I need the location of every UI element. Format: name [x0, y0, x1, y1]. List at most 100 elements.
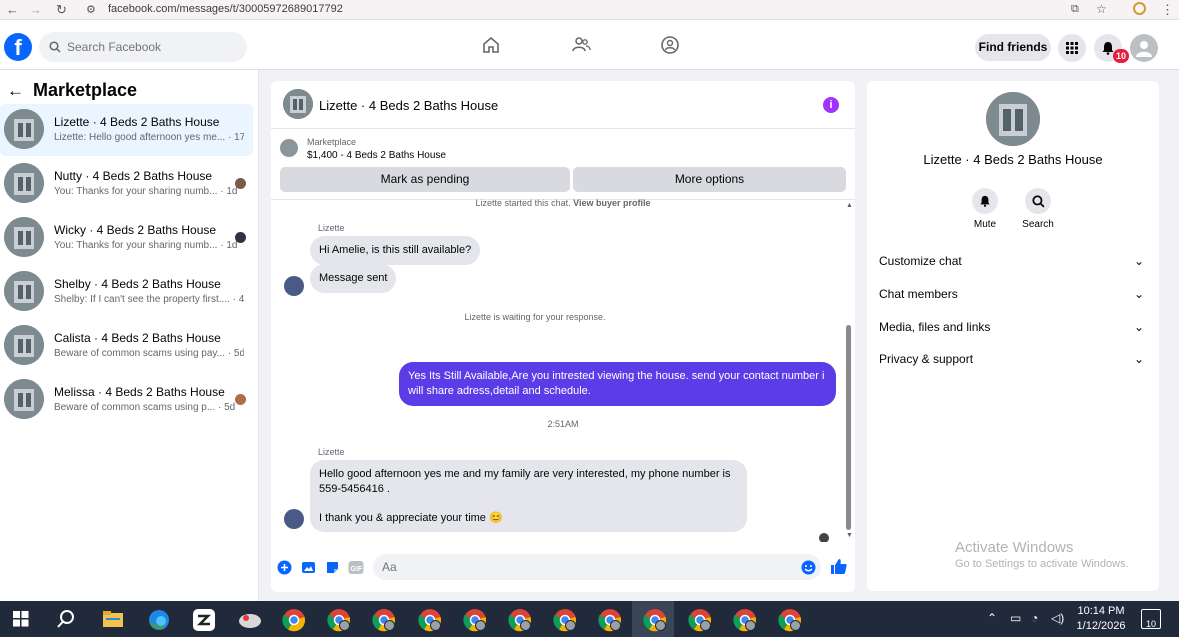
- activate-windows-subtitle: Go to Settings to activate Windows.: [955, 558, 1129, 570]
- profile-icon[interactable]: [1133, 2, 1146, 15]
- mute-bell-icon[interactable]: [972, 188, 998, 214]
- browser-menu-icon[interactable]: ⋮: [1161, 2, 1174, 18]
- chrome-profile-icon[interactable]: [508, 608, 532, 632]
- wifi-icon[interactable]: ◔: [1031, 611, 1038, 625]
- conversation-preview: You: Thanks for your sharing numb... · 1…: [54, 186, 238, 197]
- back-arrow-icon[interactable]: ←: [7, 81, 24, 101]
- chrome-profile-icon[interactable]: [463, 608, 487, 632]
- address-bar[interactable]: facebook.com/messages/t/3000597268901779…: [108, 3, 343, 15]
- conversation-item[interactable]: Lizette · 4 Beds 2 Baths House Lizette: …: [0, 104, 253, 156]
- chat-avatar[interactable]: [283, 89, 313, 119]
- taskbar-search-icon[interactable]: [56, 609, 76, 629]
- file-explorer-icon[interactable]: [103, 610, 123, 628]
- reload-icon[interactable]: ↻: [56, 2, 67, 18]
- system-clock[interactable]: 10:14 PM 1/12/2026: [1072, 604, 1130, 634]
- chat-start-notice: Lizette started this chat. View buyer pr…: [475, 198, 651, 208]
- chat-title[interactable]: Lizette · 4 Beds 2 Baths House: [319, 98, 498, 113]
- chrome-profile-icon[interactable]: [418, 608, 442, 632]
- svg-text:GIF: GIF: [351, 566, 363, 573]
- conversation-item[interactable]: Calista · 4 Beds 2 Baths House Beware of…: [0, 320, 253, 372]
- chevron-down-icon: ⌄: [1133, 287, 1144, 301]
- app-icon[interactable]: [238, 609, 262, 631]
- facebook-logo[interactable]: f: [4, 33, 32, 61]
- mark-pending-button[interactable]: Mark as pending: [280, 167, 570, 192]
- chevron-down-icon: ⌄: [1133, 254, 1144, 268]
- panel-title: Marketplace: [33, 80, 138, 100]
- search-box[interactable]: [39, 32, 247, 62]
- message-text: Hello good afternoon yes me and my famil…: [319, 468, 731, 495]
- gif-icon[interactable]: GIF: [348, 560, 364, 575]
- chrome-profile-icon[interactable]: [643, 608, 667, 632]
- windows-start-icon[interactable]: [13, 611, 29, 627]
- incoming-message[interactable]: Hello good afternoon yes me and my famil…: [310, 460, 747, 532]
- listing-thumbnail[interactable]: [280, 139, 298, 157]
- edge-icon[interactable]: [148, 609, 170, 631]
- incoming-message[interactable]: Message sent: [310, 264, 397, 293]
- conversation-item[interactable]: Shelby · 4 Beds 2 Baths House Shelby: If…: [0, 266, 253, 318]
- customize-chat-section[interactable]: Customize chat ⌄: [879, 254, 1149, 284]
- media-files-section[interactable]: Media, files and links ⌄: [879, 320, 1149, 350]
- chrome-profile-icon[interactable]: [778, 608, 802, 632]
- incoming-message[interactable]: Hi Amelie, is this still available?: [310, 236, 481, 265]
- forward-icon[interactable]: →: [29, 2, 42, 17]
- chrome-profile-icon[interactable]: [733, 608, 757, 632]
- install-icon[interactable]: ⧉: [1071, 3, 1079, 16]
- back-icon[interactable]: ←: [6, 2, 19, 17]
- view-buyer-profile-link[interactable]: View buyer profile: [573, 198, 650, 208]
- chat-members-section[interactable]: Chat members ⌄: [879, 287, 1149, 317]
- search-label: Search: [1022, 219, 1054, 230]
- listing-avatar-large[interactable]: [986, 92, 1040, 146]
- chrome-profile-icon[interactable]: [372, 608, 396, 632]
- search-input[interactable]: [67, 40, 227, 54]
- message-input-box[interactable]: [373, 554, 821, 580]
- chevron-up-icon[interactable]: ⌃: [987, 611, 997, 625]
- chrome-profile-icon[interactable]: [598, 608, 622, 632]
- message-text: I thank you & appreciate your time 😊: [319, 512, 503, 524]
- account-avatar[interactable]: [1130, 34, 1158, 62]
- mute-label: Mute: [973, 219, 997, 230]
- message-input[interactable]: [382, 560, 782, 574]
- listing-title[interactable]: $1,400 - 4 Beds 2 Baths House: [307, 150, 446, 161]
- message-thread[interactable]: Lizette started this chat. View buyer pr…: [271, 198, 855, 543]
- friends-icon[interactable]: [571, 35, 595, 59]
- menu-grid-icon[interactable]: [1058, 34, 1086, 62]
- meet-now-icon[interactable]: ▭: [1010, 611, 1021, 625]
- privacy-support-section[interactable]: Privacy & support ⌄: [879, 352, 1149, 382]
- bookmark-star-icon[interactable]: ☆: [1096, 2, 1107, 16]
- scrollbar[interactable]: ▲ ▼: [846, 199, 853, 542]
- notification-center-icon[interactable]: 10: [1141, 609, 1161, 629]
- more-options-button[interactable]: More options: [573, 167, 846, 192]
- home-icon[interactable]: [481, 35, 505, 59]
- sender-name: Lizette: [318, 447, 345, 457]
- conversation-name: Nutty · 4 Beds 2 Baths House: [54, 169, 213, 183]
- chrome-profile-icon[interactable]: [327, 608, 351, 632]
- find-friends-button[interactable]: Find friends: [975, 34, 1051, 61]
- groups-icon[interactable]: [660, 35, 684, 59]
- chrome-profile-icon[interactable]: [553, 608, 577, 632]
- emoji-icon[interactable]: [801, 560, 816, 575]
- conversation-name: Calista · 4 Beds 2 Baths House: [54, 331, 221, 345]
- search-in-chat-icon[interactable]: [1025, 188, 1051, 214]
- thumbs-up-icon[interactable]: [830, 558, 847, 575]
- outgoing-message[interactable]: Yes Its Still Available,Are you intreste…: [399, 362, 836, 406]
- read-receipt-avatar: [235, 232, 246, 243]
- conversation-item[interactable]: Melissa · 4 Beds 2 Baths House Beware of…: [0, 374, 253, 426]
- facebook-header: f Find friends 10: [0, 20, 1179, 70]
- listing-thumbnail: [4, 163, 44, 203]
- marketplace-label: Marketplace: [307, 137, 357, 147]
- photo-icon[interactable]: [301, 560, 316, 575]
- listing-thumbnail: [4, 325, 44, 365]
- chrome-icon[interactable]: [282, 608, 306, 632]
- info-icon[interactable]: i: [823, 97, 839, 113]
- conversation-item[interactable]: Wicky · 4 Beds 2 Baths House You: Thanks…: [0, 212, 253, 264]
- volume-icon[interactable]: ◁): [1051, 611, 1064, 625]
- conversation-item[interactable]: Nutty · 4 Beds 2 Baths House You: Thanks…: [0, 158, 253, 210]
- sender-avatar[interactable]: [284, 509, 304, 529]
- sticker-icon[interactable]: [325, 560, 340, 575]
- app-icon[interactable]: [193, 609, 215, 631]
- chat-panel: Lizette · 4 Beds 2 Baths House i Marketp…: [271, 81, 855, 592]
- site-settings-icon[interactable]: ⚙: [86, 3, 96, 16]
- sender-avatar[interactable]: [284, 276, 304, 296]
- chrome-profile-icon[interactable]: [688, 608, 712, 632]
- plus-icon[interactable]: [277, 560, 292, 575]
